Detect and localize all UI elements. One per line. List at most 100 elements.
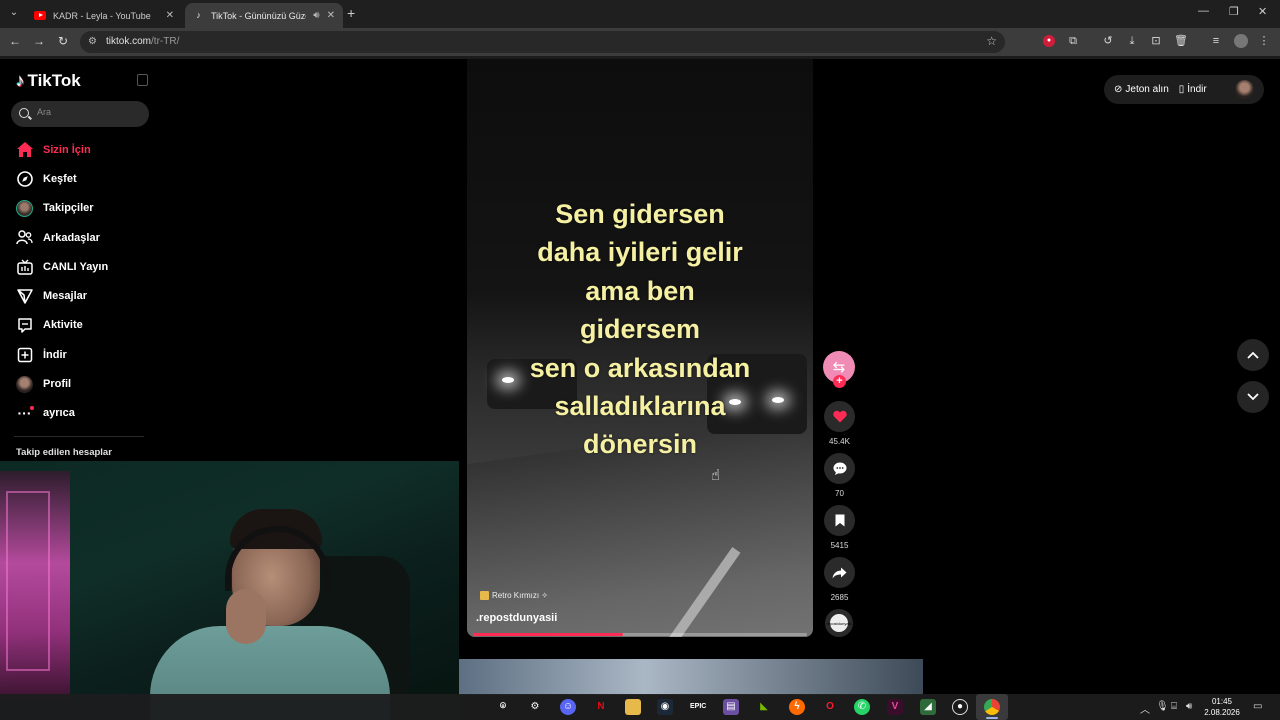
trash-icon[interactable]: 🗑︎: [1174, 35, 1188, 47]
app-orange-icon[interactable]: ϟ: [789, 699, 805, 715]
share-button[interactable]: [824, 557, 855, 588]
menu-kebab-icon[interactable]: ⋮: [1258, 35, 1270, 47]
video-progress-fill: [473, 633, 624, 636]
tab-search-icon[interactable]: ⌄: [6, 5, 22, 21]
like-button[interactable]: [824, 401, 855, 432]
volume-icon[interactable]: 🔊︎: [1186, 701, 1192, 712]
minimize-icon[interactable]: —: [1198, 5, 1209, 17]
history-icon[interactable]: ↺: [1102, 35, 1114, 47]
reload-icon[interactable]: ↻: [55, 34, 71, 48]
collapse-sidebar-icon[interactable]: [137, 74, 148, 86]
tray-chevron-up-icon[interactable]: ︿: [1140, 701, 1150, 716]
nav-item-friends[interactable]: Arkadaşlar: [0, 223, 160, 252]
nav-label: Mesajlar: [43, 290, 88, 303]
profile-avatar: [16, 375, 33, 393]
network-icon[interactable]: ⌸: [1171, 701, 1177, 712]
opera-icon[interactable]: O: [822, 699, 838, 715]
tiktok-logo[interactable]: ♪ TikTok: [16, 71, 81, 91]
sidebar-divider: [14, 436, 144, 437]
notification-icon[interactable]: ▭: [1253, 701, 1262, 712]
video-author[interactable]: .repostdunyasii: [476, 612, 557, 624]
nav-item-followers[interactable]: Takipçiler: [0, 194, 160, 223]
address-bar[interactable]: ⚙ tiktok.com/tr-TR/ ☆: [80, 31, 1005, 53]
app-green-icon[interactable]: ◢: [920, 699, 936, 715]
file-explorer-icon[interactable]: [625, 699, 641, 715]
webcam-overlay: [0, 461, 459, 720]
download-app-button[interactable]: ▯ İndir: [1179, 84, 1207, 95]
microphone-icon[interactable]: 🎙︎: [1156, 701, 1169, 712]
nav-item-for-you[interactable]: Sizin İçin: [0, 135, 160, 164]
nav-label: Keşfet: [43, 172, 77, 185]
netflix-icon[interactable]: N: [593, 699, 609, 715]
clock-time: 01:45: [1211, 697, 1233, 706]
logo-text: TikTok: [27, 71, 81, 90]
music-disc[interactable]: repostdunyasi: [825, 609, 853, 637]
extensions-puzzle-icon[interactable]: ⧉: [1067, 35, 1079, 47]
music-tag[interactable]: Retro Kırmızı ✧: [480, 591, 548, 600]
nav-item-live[interactable]: CANLI Yayın: [0, 252, 160, 281]
nav-item-download[interactable]: İndir: [0, 340, 160, 369]
extension-red-icon[interactable]: ●: [1043, 35, 1055, 47]
tiktok-favicon-icon: ♪: [196, 10, 201, 20]
follow-plus-button[interactable]: +: [833, 375, 846, 388]
app-pink-icon[interactable]: V: [887, 699, 903, 715]
compass-icon: [16, 170, 33, 187]
discord-icon[interactable]: ☺: [560, 699, 576, 715]
forward-icon[interactable]: →: [31, 34, 47, 48]
new-tab-button[interactable]: +: [347, 5, 355, 21]
heart-icon: [832, 410, 847, 423]
close-tab-icon[interactable]: ✕: [327, 10, 335, 21]
send-icon: [16, 288, 33, 305]
save-button[interactable]: [824, 505, 855, 536]
nav-item-activity[interactable]: Aktivite: [0, 311, 160, 340]
epic-games-icon[interactable]: EPIC: [690, 699, 706, 715]
next-video-preview[interactable]: [459, 659, 923, 695]
nav-label: Arkadaşlar: [43, 231, 100, 244]
next-video-button[interactable]: [1237, 381, 1269, 413]
start-icon[interactable]: ⌾: [495, 699, 511, 715]
tab-tiktok[interactable]: ♪ TikTok - Gününüzü Güzelleştirecek 🔊︎ ✕: [185, 3, 343, 28]
bookmark-star-icon[interactable]: ☆: [986, 34, 997, 48]
video-player[interactable]: Sen gidersen daha iyileri gelir ama ben …: [467, 59, 813, 637]
nav-item-profile[interactable]: Profil: [0, 369, 160, 398]
caption-line: daha iyileri gelir: [537, 237, 743, 268]
system-clock[interactable]: 01:45 2.08.2026: [1200, 696, 1244, 718]
user-avatar[interactable]: [1235, 80, 1254, 99]
video-progress-bar[interactable]: [473, 633, 807, 636]
download-plus-icon: [16, 346, 33, 363]
nav-item-explore[interactable]: Keşfet: [0, 164, 160, 193]
tab-youtube[interactable]: KADR - Leyla - YouTube ✕: [26, 3, 182, 28]
tiktok-note-icon: ♪: [16, 71, 25, 90]
active-app-indicator: [986, 717, 998, 719]
search-bar[interactable]: [11, 101, 149, 127]
close-tab-icon[interactable]: ✕: [166, 10, 174, 21]
translate-icon[interactable]: ⊡: [1150, 35, 1162, 47]
media-control-icon[interactable]: ≡: [1210, 35, 1222, 47]
steam-icon[interactable]: ◉: [657, 699, 673, 715]
search-input[interactable]: [37, 107, 137, 117]
app-icon[interactable]: ▤: [723, 699, 739, 715]
back-icon[interactable]: ←: [7, 34, 23, 48]
chrome-icon[interactable]: [984, 699, 1000, 715]
nav-item-messages[interactable]: Mesajlar: [0, 281, 160, 310]
site-info-icon[interactable]: ⚙: [88, 36, 97, 47]
nav-item-more[interactable]: ··· ayrıca: [0, 399, 160, 428]
restore-icon[interactable]: ❐: [1229, 5, 1239, 18]
music-tag-icon: [480, 591, 489, 600]
speaker-icon[interactable]: 🔊︎: [313, 10, 319, 21]
close-window-icon[interactable]: ✕: [1258, 5, 1267, 18]
obs-icon[interactable]: ●: [952, 699, 968, 715]
whatsapp-icon[interactable]: ✆: [854, 699, 870, 715]
music-disc-label: repostdunyasi: [826, 620, 852, 626]
get-coins-button[interactable]: ⊘ Jeton alın: [1114, 84, 1169, 95]
phone-icon: ▯: [1178, 84, 1185, 95]
settings-gear-icon[interactable]: ⚙: [527, 699, 543, 715]
download-app-label: İndir: [1187, 84, 1207, 95]
sidebar-nav: Sizin İçin Keşfet Takipçiler Arkadaşlar …: [0, 135, 160, 428]
downloads-icon[interactable]: ⤓: [1126, 35, 1138, 47]
nav-label: ayrıca: [43, 407, 75, 420]
previous-video-button[interactable]: [1237, 339, 1269, 371]
profile-avatar-icon[interactable]: [1234, 34, 1248, 48]
nvidia-icon[interactable]: ◣: [756, 699, 772, 715]
comment-button[interactable]: [824, 453, 855, 484]
